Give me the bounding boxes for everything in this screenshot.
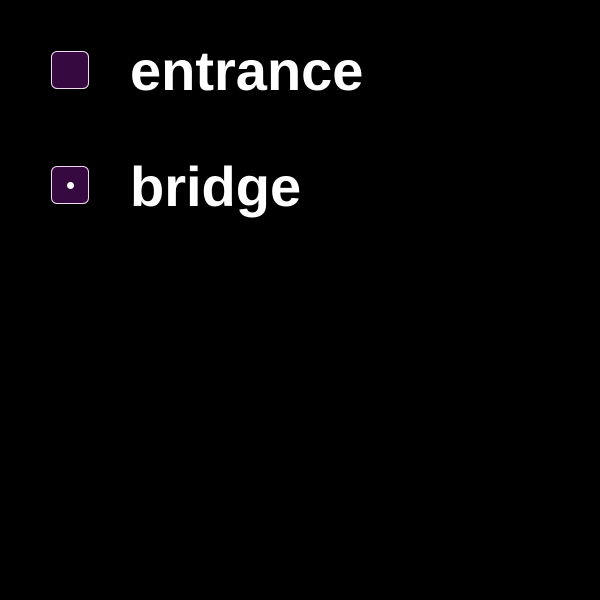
- option-label-entrance[interactable]: entrance: [130, 43, 363, 99]
- radio-box-entrance[interactable]: [51, 51, 89, 89]
- option-label-bridge[interactable]: bridge: [130, 159, 301, 215]
- radio-box-bridge[interactable]: [51, 166, 89, 204]
- selected-dot-icon: [66, 181, 74, 189]
